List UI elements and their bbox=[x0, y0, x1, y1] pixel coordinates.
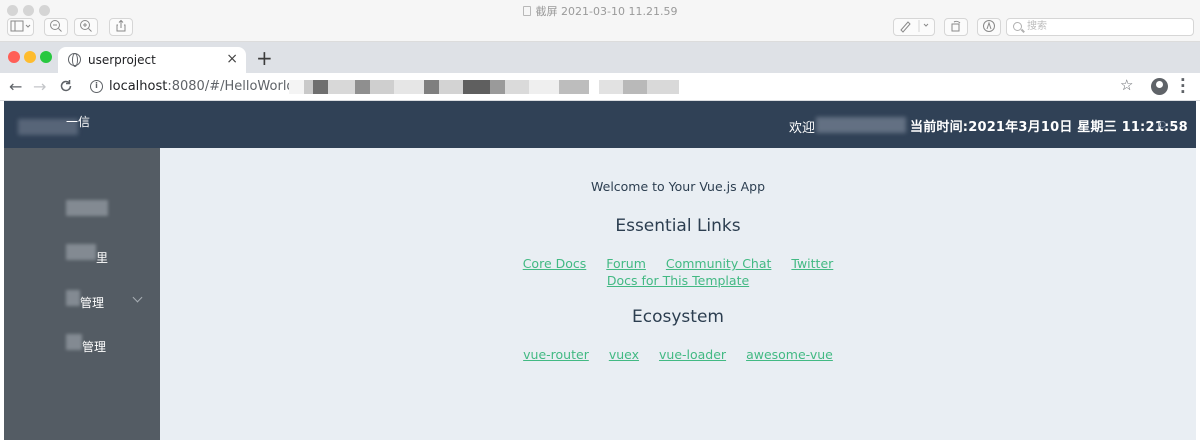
sidebar-item-4[interactable]: 管理 bbox=[4, 320, 160, 364]
essential-links-row: Core Docs Forum Community Chat Twitter bbox=[160, 256, 1196, 271]
sidebar-icon bbox=[10, 20, 30, 32]
app-header: 一信 欢迎 当前时间:2021年3月10日 星期三 11:21:58 bbox=[4, 101, 1196, 148]
status-icon bbox=[1159, 121, 1166, 128]
search-icon bbox=[1013, 22, 1022, 31]
bookmark-star-icon[interactable]: ☆ bbox=[1120, 76, 1133, 94]
sidebar-item-3[interactable]: 管理 bbox=[4, 276, 160, 320]
preview-search-input[interactable]: 搜索 bbox=[1006, 18, 1194, 36]
ecosystem-heading: Ecosystem bbox=[632, 307, 724, 327]
url-text: localhost:8080/#/HelloWorld bbox=[109, 79, 295, 94]
window-minimize-button[interactable] bbox=[24, 51, 36, 63]
window-zoom-button[interactable] bbox=[40, 51, 52, 63]
sidebar-item-1[interactable] bbox=[4, 186, 160, 230]
link-vue-loader[interactable]: vue-loader bbox=[659, 347, 726, 362]
link-awesome-vue[interactable]: awesome-vue bbox=[746, 347, 833, 362]
ecosystem-links-row: vue-router vuex vue-loader awesome-vue bbox=[160, 347, 1196, 362]
reload-icon bbox=[60, 80, 72, 92]
redacted-block bbox=[599, 80, 679, 94]
rotate-icon bbox=[951, 20, 961, 32]
document-icon bbox=[522, 6, 531, 16]
hello-message: Welcome to Your Vue.js App bbox=[591, 179, 765, 194]
zoom-in-button[interactable] bbox=[74, 18, 98, 36]
forward-button[interactable]: → bbox=[33, 77, 46, 96]
browser-toolbar: ← → i localhost:8080/#/HelloWorld ☆ · · · bbox=[0, 73, 1200, 101]
link-docs-template[interactable]: Docs for This Template bbox=[607, 273, 749, 288]
browser-tab-strip: userproject × + bbox=[0, 42, 1200, 73]
window-close-button[interactable] bbox=[8, 51, 20, 63]
menu-item-icon bbox=[66, 290, 80, 306]
sidebar-toggle-button[interactable] bbox=[7, 18, 34, 36]
profile-avatar-icon[interactable] bbox=[1151, 78, 1168, 95]
zoom-out-button[interactable] bbox=[44, 18, 68, 36]
address-bar[interactable]: i localhost:8080/#/HelloWorld bbox=[84, 75, 1144, 99]
menu-item-icon bbox=[66, 200, 108, 216]
markup-icon bbox=[983, 20, 995, 32]
brand-title: 一信 bbox=[66, 115, 91, 129]
browser-menu-icon[interactable]: · · · bbox=[1180, 73, 1186, 100]
share-button[interactable] bbox=[109, 18, 133, 36]
page-viewport: 一信 欢迎 当前时间:2021年3月10日 星期三 11:21:58 里 管理 … bbox=[4, 101, 1196, 440]
essential-links-heading: Essential Links bbox=[615, 216, 741, 236]
back-button[interactable]: ← bbox=[9, 77, 22, 96]
tab-title: userproject bbox=[88, 53, 156, 67]
redacted-block bbox=[289, 80, 589, 94]
info-icon[interactable]: i bbox=[90, 80, 103, 93]
pen-icon bbox=[900, 20, 929, 33]
zoom-out-icon bbox=[50, 20, 62, 32]
redacted-username bbox=[816, 117, 906, 133]
globe-icon bbox=[68, 53, 81, 67]
rotate-button[interactable] bbox=[944, 18, 968, 36]
welcome-text: 欢迎 bbox=[789, 121, 816, 136]
essential-links-row-2: Docs for This Template bbox=[160, 273, 1196, 288]
share-icon bbox=[116, 19, 126, 32]
link-core-docs[interactable]: Core Docs bbox=[523, 256, 587, 271]
menu-item-icon bbox=[66, 334, 82, 350]
reload-button[interactable] bbox=[59, 78, 73, 97]
markup-button[interactable] bbox=[893, 18, 935, 36]
close-tab-icon[interactable]: × bbox=[226, 51, 238, 67]
current-time: 当前时间:2021年3月10日 星期三 11:21:58 bbox=[910, 120, 1188, 135]
link-forum[interactable]: Forum bbox=[606, 256, 646, 271]
menu-item-icon bbox=[66, 244, 96, 260]
link-twitter[interactable]: Twitter bbox=[791, 256, 833, 271]
annotate-button[interactable] bbox=[977, 18, 1001, 36]
chevron-down-icon[interactable] bbox=[132, 292, 143, 303]
new-tab-button[interactable]: + bbox=[256, 46, 273, 70]
browser-tab-userproject[interactable]: userproject × bbox=[58, 47, 246, 73]
main-content: Welcome to Your Vue.js App Essential Lin… bbox=[160, 148, 1196, 440]
link-community-chat[interactable]: Community Chat bbox=[666, 256, 772, 271]
preview-title: 截屏 2021-03-10 11.21.59 bbox=[0, 3, 1200, 19]
preview-window-toolbar: 截屏 2021-03-10 11.21.59 搜索 bbox=[0, 0, 1200, 42]
link-vue-router[interactable]: vue-router bbox=[523, 347, 589, 362]
sidebar-menu: 里 管理 管理 bbox=[4, 148, 160, 440]
link-vuex[interactable]: vuex bbox=[609, 347, 639, 362]
zoom-in-icon bbox=[80, 20, 92, 32]
sidebar-item-2[interactable]: 里 bbox=[4, 232, 160, 276]
